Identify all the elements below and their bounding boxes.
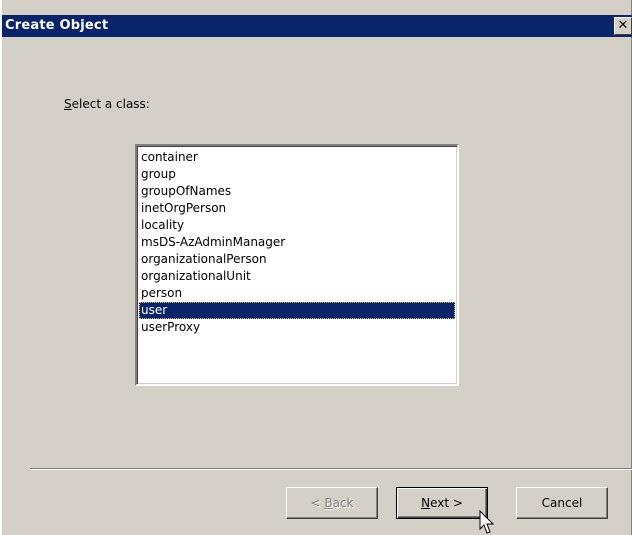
list-item-locality[interactable]: locality (139, 217, 455, 234)
button-separator (30, 468, 632, 470)
list-item-person[interactable]: person (139, 285, 455, 302)
list-item-container[interactable]: container (139, 149, 455, 166)
list-item-user[interactable]: user (139, 302, 455, 319)
back-button[interactable]: < Back (286, 487, 378, 519)
title-bar[interactable]: Create Object ✕ (2, 15, 632, 37)
close-button[interactable]: ✕ (614, 17, 632, 35)
create-object-dialog: Create Object ✕ Select a class: containe… (0, 0, 632, 535)
next-button[interactable]: Next > (396, 487, 488, 519)
window-title: Create Object (5, 18, 109, 33)
mouse-pointer-icon (479, 510, 495, 534)
list-item-organizationalperson[interactable]: organizationalPerson (139, 251, 455, 268)
list-item-msds-azadminmanager[interactable]: msDS-AzAdminManager (139, 234, 455, 251)
close-icon: ✕ (617, 18, 629, 33)
list-item-inetorgperson[interactable]: inetOrgPerson (139, 200, 455, 217)
cancel-button[interactable]: Cancel (516, 487, 608, 519)
list-item-groupofnames[interactable]: groupOfNames (139, 183, 455, 200)
class-listbox[interactable]: container group groupOfNames inetOrgPerson l… (135, 144, 459, 386)
list-item-group[interactable]: group (139, 166, 455, 183)
list-item-userproxy[interactable]: userProxy (139, 319, 455, 336)
select-class-label: Select a class: (64, 97, 150, 111)
list-item-organizationalunit[interactable]: organizationalUnit (139, 268, 455, 285)
